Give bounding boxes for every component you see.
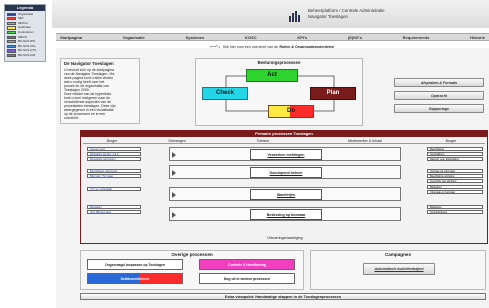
flow-arrow-icon [172,152,176,158]
menu-item[interactable]: Requirements [403,34,430,40]
right-button[interactable]: Afspraken & Formats [394,78,484,87]
legend-label: BK-SCS-IPG [18,40,36,44]
left-item[interactable]: Brief wijz. TS: totaal [87,174,141,178]
primary-title: Primaire processen Toeslagen [81,131,487,137]
left-item[interactable]: Voor BB aanvraag [87,210,141,214]
intro-text: U bevindt zich op de startpagina van de N… [64,68,136,120]
column-headers: Burger Ontvangen Toetsen Medewerker & Inhaa… [83,139,485,145]
column-header: Burger [417,139,485,145]
header-title-line2: Navigator Toeslagen [308,14,348,19]
flow-arrow-icon [172,212,176,218]
besturing-panel: Besturingsprocessen Act Check Plan Do [195,58,363,126]
legend-label: BK-SCS-VKL [18,44,36,48]
overige-item[interactable]: Nog uit te werken processen [199,273,295,284]
menu-item[interactable]: KPI's [297,34,307,40]
footer-bar-label: Extra viewpoint: Handmatige stappen in d… [224,295,342,299]
legend-list: Organisatie SET MK/Kst Gebruiker Controleren… [5,11,45,58]
flow-row: Wachtrijen [169,187,401,201]
legend-swatch [7,31,16,35]
menu-item[interactable]: KOSC [245,34,257,40]
flow-arrow-icon [172,170,176,176]
legend-label: Organisatie [18,12,34,16]
footer-bar[interactable]: Extra viewpoint: Handmatige stappen in d… [80,293,486,300]
column-header: Burger [83,139,141,145]
overige-title: Overige processen [171,252,213,257]
pdca-cycle: Act Check Plan Do [196,67,364,127]
legend-swatch [7,12,16,16]
right-item[interactable]: Beslissing [427,185,483,189]
column-header: Ontvangen [141,139,213,145]
overige-item[interactable]: Controle & Handhaving [199,259,295,270]
intro-line: overzicht. [64,116,79,121]
legend-label: Gebruiker [18,26,32,30]
campagne-button[interactable]: Automatisch Inzichtentraject [363,263,435,275]
menu-item[interactable]: Systemen [185,34,204,40]
overige-item[interactable]: Debiteurenbeheer [87,273,183,284]
legend-label: MK/Kst [18,21,28,25]
logo-icon [288,9,302,22]
right-item[interactable]: Uitspraak op bezwaar [427,190,483,194]
campagnes-panel: Campagnes Automatisch Inzichtentraject [310,250,486,290]
menu-item[interactable]: Historie [470,34,485,40]
cycle-arrows-icon [225,75,335,112]
right-item[interactable]: Rapport over afhandeling [427,157,483,161]
besturing-title: Besturingsprocessen [257,61,301,65]
menu-item[interactable]: Startpagina [60,34,82,40]
left-item[interactable]: Benodigde aanvragen [87,157,141,161]
legend-swatch [7,17,16,21]
right-item[interactable]: Vervolgbrieven [427,210,483,214]
right-item[interactable]: Beschikking [427,147,483,151]
left-item[interactable]: Betrokken [87,205,141,209]
legend-swatch [7,44,16,49]
legend-item: BK-SCS-ICR [7,53,43,58]
left-item[interactable]: Verzoeken tot wijz. 1 & 2 [87,152,141,156]
flow-row: Verwerken meldingen [169,147,401,161]
left-item[interactable]: Nieuwe toesl. [87,147,141,151]
right-item[interactable]: Verzoek tot informatie [427,169,483,173]
right-item[interactable]: Beschikking wijziging [427,174,483,178]
legend-label: Controleren [18,30,34,34]
right-item[interactable]: Beslissing [427,205,483,209]
menu-item[interactable]: (E)KE's [348,34,362,40]
right-item[interactable]: Verstrekking [427,152,483,156]
primary-panel: Primaire processen Toeslagen Burger Ontva… [80,130,488,244]
legend-swatch [7,26,16,30]
intro-panel: De Navigator Toeslagen U bevindt zich op… [60,58,140,124]
flow-box[interactable]: Wachtrijen [250,189,322,200]
flow-box[interactable]: Verwerken meldingen [250,149,322,160]
flow-box[interactable]: Doorlopend beheer [250,167,322,178]
legend-swatch [7,49,16,53]
left-item[interactable]: Beschikbare wijzigingen [87,169,141,173]
legend-panel: Legenda Organisatie SET MK/Kst Gebruiker Con… [4,4,46,62]
legend-swatch [7,21,16,26]
intro-title: De Navigator Toeslagen [64,61,114,66]
right-button[interactable]: Rapportage [394,104,484,113]
column-header: Medewerker & Inhaal [313,139,417,145]
header-title-line1: Beheerplatform / Centrale Administratie [308,8,385,13]
header-banner: Beheerplatform / Centrale Administratie … [52,0,489,28]
overige-list: Ongevraagd toepassen op Toeslagen Control… [87,259,299,289]
legend-label: SRC/K [18,35,28,39]
overige-panel: Overige processen Ongevraagd toepassen o… [80,250,304,290]
right-button[interactable]: Opdracht [394,91,484,100]
legend-swatch [7,54,16,58]
flow-row: Doorlopend beheer [169,165,401,179]
legend-swatch [7,40,16,44]
legend-label: BK-SCS-VTS [18,49,37,53]
legend-swatch [7,35,16,39]
legend-label: SET [18,17,24,21]
flow-arrow-icon [172,192,176,198]
right-item[interactable]: Overzicht van wijziging [427,179,483,183]
right-button-group: Afspraken & Formats Opdracht Rapportage [394,78,484,117]
campagnes-title: Campagnes [384,252,412,257]
legend-label: BK-SCS-ICR [18,53,36,57]
overige-item[interactable]: Ongevraagd toepassen op Toeslagen [87,259,183,270]
primary-footer: Uitvoeringsvlaardiging [267,236,303,240]
menu-item[interactable]: Organisatie [123,34,145,40]
flow-box[interactable]: Beslissing op bezwaar [250,209,322,220]
column-header: Toetsen [213,139,313,145]
flow-row: Beslissing op bezwaar [169,207,401,221]
top-menu: Startpagina Organisatie Systemen KOSC KPI's (… [56,33,489,41]
left-item[interactable]: CS met. Schriftelijk [87,187,141,191]
